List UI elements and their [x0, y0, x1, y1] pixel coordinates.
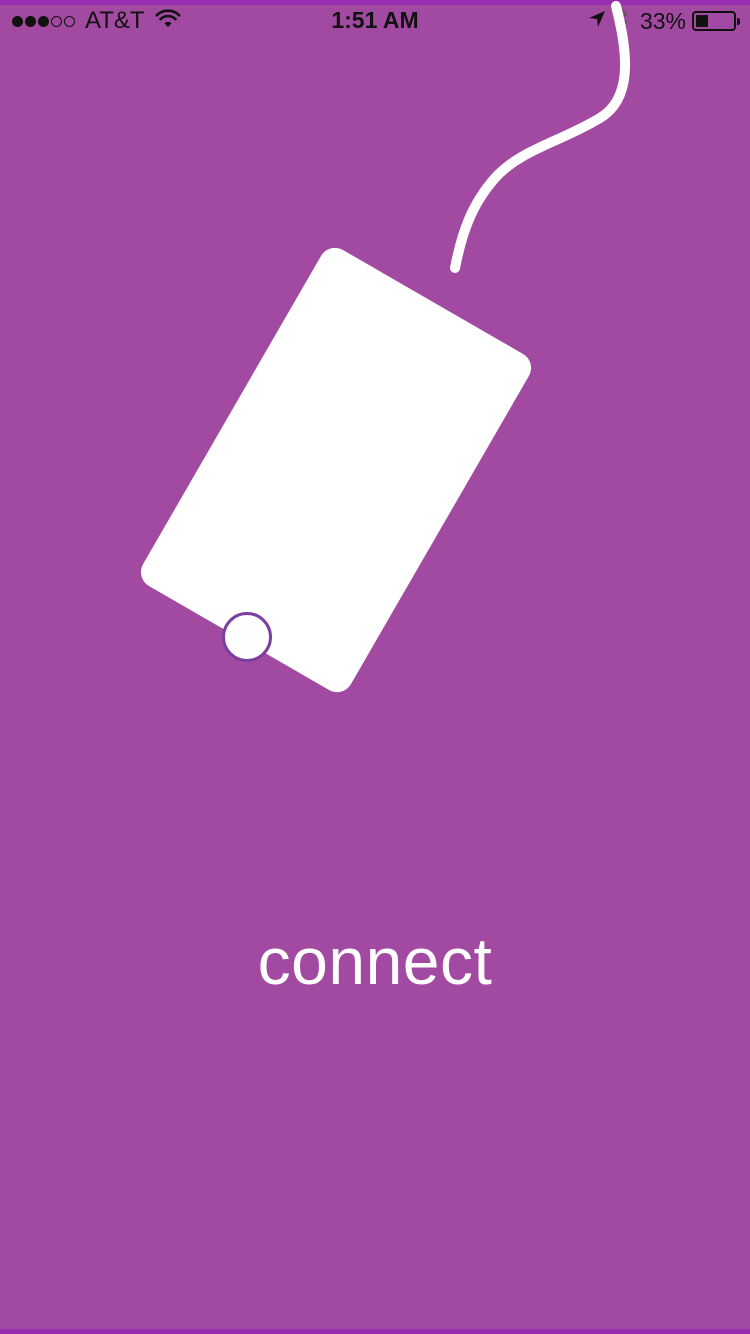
- bottom-edge: [0, 1329, 750, 1334]
- connect-screen: AT&T 1:51 AM 33% connect: [0, 0, 750, 1334]
- home-button-icon: [222, 612, 272, 662]
- phone-with-cable-icon: [140, 1, 631, 693]
- connect-label[interactable]: connect: [0, 918, 750, 1004]
- phone-body: [140, 247, 532, 693]
- cable: [450, 1, 631, 273]
